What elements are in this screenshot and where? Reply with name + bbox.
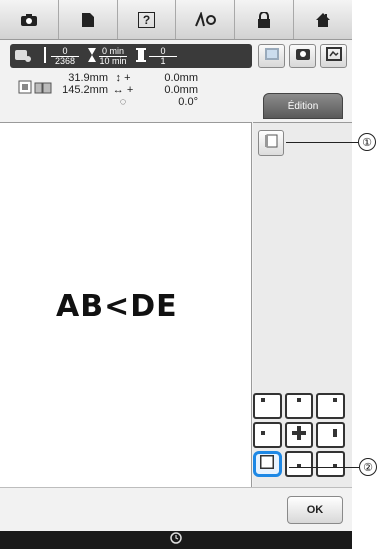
thread-trim-icon — [193, 11, 217, 28]
stitch-count: 0 2368 — [51, 46, 79, 66]
position-top-left-button[interactable] — [253, 393, 282, 419]
stitch-total: 2368 — [54, 55, 76, 66]
time-count: 0 min 10 min — [88, 46, 130, 66]
top-center-icon — [293, 397, 305, 415]
horizontal-arrow-icon: ↔ + — [112, 84, 134, 96]
position-bottom-right-button[interactable] — [316, 451, 345, 477]
embroidery-canvas[interactable]: AB<DE — [0, 122, 252, 487]
thread-view-button[interactable] — [258, 44, 285, 68]
position-top-center-button[interactable] — [284, 393, 314, 419]
hourglass-icon — [88, 48, 96, 64]
vertical-arrow-icon: ↕ + — [115, 72, 131, 84]
thread-palette-icon — [264, 47, 280, 66]
camera-preview-icon — [295, 47, 311, 66]
horizontal-sign: + — [126, 84, 134, 96]
top-toolbar: ? — [0, 0, 352, 40]
time-fraction: 0 min 10 min — [99, 46, 127, 66]
callout-one-label: ① — [362, 136, 372, 149]
bottom-left-icon — [258, 453, 276, 474]
color-count: 0 2368 — [42, 46, 82, 66]
needle-icon — [42, 47, 48, 65]
rotation-row: ◌ 0.0° — [46, 96, 256, 108]
footer-bar — [0, 531, 352, 549]
thread-current: 0 — [149, 46, 177, 57]
presser-foot-icon — [10, 46, 36, 66]
height-row: 31.9mm ↕ + 0.0mm — [46, 72, 256, 84]
rotation-value: 0.0° — [178, 96, 198, 108]
camera-icon — [20, 13, 38, 27]
small-hoop-icon — [18, 80, 32, 99]
callout-two-leader — [289, 467, 359, 468]
thread-count: 0 1 — [136, 46, 180, 66]
spool-icon — [136, 48, 146, 64]
clock-icon — [170, 531, 182, 549]
document-button[interactable] — [58, 0, 118, 39]
stitch-current: 0 — [51, 46, 79, 57]
document-icon — [81, 12, 95, 28]
lock-icon — [257, 11, 271, 28]
thread-trim-button[interactable] — [176, 0, 236, 39]
crosshair-icon — [292, 425, 306, 445]
ok-button[interactable]: OK — [287, 496, 343, 524]
frame-preview-button[interactable] — [320, 44, 347, 68]
ok-button-label: OK — [306, 504, 324, 516]
position-middle-right-button[interactable] — [316, 422, 346, 448]
bottom-right-icon — [325, 455, 337, 473]
status-bar: 0 2368 0 min 10 min 0 1 — [10, 44, 252, 68]
camera-preview-button[interactable] — [289, 44, 316, 68]
bottom-center-icon — [293, 455, 305, 473]
horizontal-offset: 0.0mm — [164, 84, 198, 96]
home-button[interactable] — [294, 0, 352, 39]
position-bottom-left-button[interactable] — [253, 451, 282, 477]
time-total: 10 min — [99, 55, 127, 66]
view-buttons — [258, 44, 347, 68]
edit-tab[interactable]: Édition — [263, 93, 343, 119]
middle-left-icon — [261, 426, 273, 444]
help-label: ? — [142, 12, 151, 27]
position-center-button[interactable] — [284, 422, 314, 448]
thread-fraction: 0 1 — [149, 46, 177, 66]
thread-total: 1 — [160, 55, 166, 66]
top-left-icon — [261, 397, 273, 415]
width-value: 145.2mm — [62, 84, 108, 96]
pattern-preview-text: AB<DE — [56, 289, 178, 324]
callout-one-leader — [286, 142, 358, 143]
position-bottom-center-button[interactable] — [284, 451, 314, 477]
frame-shape-button[interactable] — [258, 130, 284, 156]
callout-two-label: ② — [363, 461, 373, 474]
camera-button[interactable] — [0, 0, 59, 39]
lock-button[interactable] — [235, 0, 295, 39]
frame-shape-icon — [263, 133, 279, 154]
position-top-right-button[interactable] — [316, 393, 346, 419]
edit-tab-label: Édition — [287, 100, 319, 112]
vertical-offset: 0.0mm — [164, 72, 198, 84]
callout-one: ① — [358, 133, 376, 151]
top-right-icon — [325, 397, 337, 415]
help-icon: ? — [137, 11, 156, 28]
width-row: 145.2mm ↔ + 0.0mm — [46, 84, 256, 96]
rotation-icon: ◌ — [119, 96, 127, 108]
callout-two: ② — [359, 458, 377, 476]
time-current: 0 min — [99, 46, 127, 57]
home-icon — [315, 12, 331, 28]
hoop-preview-icon — [325, 46, 342, 66]
vertical-sign: + — [124, 72, 131, 84]
help-button[interactable]: ? — [117, 0, 177, 39]
middle-right-icon — [325, 426, 337, 444]
pattern-dimensions: 31.9mm ↕ + 0.0mm 145.2mm ↔ + 0.0mm ◌ 0.0… — [46, 72, 256, 108]
height-value: 31.9mm — [68, 72, 108, 84]
position-middle-left-button[interactable] — [253, 422, 282, 448]
